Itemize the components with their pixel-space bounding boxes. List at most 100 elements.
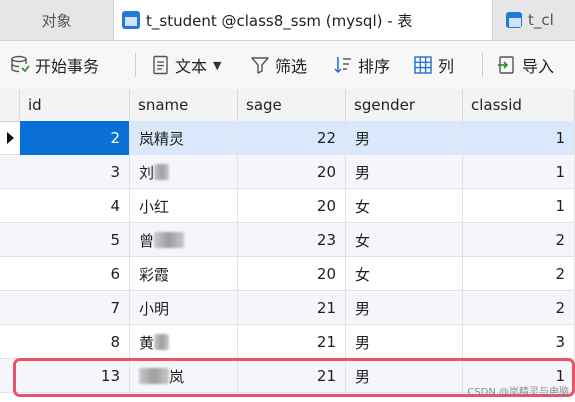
- redacted-text: [154, 164, 170, 180]
- column-header-classid[interactable]: classid: [463, 89, 575, 121]
- table-row[interactable]: 4 小红 20 女 1: [0, 189, 575, 223]
- chevron-down-icon: ▼: [213, 58, 222, 72]
- cell-sage[interactable]: 21: [238, 359, 346, 393]
- tab-t-student[interactable]: t_student @class8_ssm (mysql) - 表: [113, 0, 493, 40]
- row-indicator: [0, 121, 20, 155]
- table-icon: [506, 12, 522, 28]
- column-header-sage[interactable]: sage: [238, 89, 346, 121]
- column-header-sgender[interactable]: sgender: [346, 89, 463, 121]
- cell-sgender[interactable]: 男: [346, 121, 463, 155]
- toolbar-divider: [135, 53, 136, 77]
- cell-sname-text: 黄: [139, 333, 155, 352]
- table-row[interactable]: 6 彩霞 20 女 2: [0, 257, 575, 291]
- sort-icon: [334, 57, 351, 74]
- cell-id[interactable]: 7: [20, 291, 130, 325]
- cell-sname[interactable]: 小明: [130, 291, 238, 325]
- cell-id[interactable]: 8: [20, 325, 130, 359]
- filter-button-label: 筛选: [275, 57, 308, 76]
- cell-id[interactable]: 6: [20, 257, 130, 291]
- tab-objects[interactable]: 对象: [0, 0, 113, 40]
- columns-button[interactable]: 列: [413, 41, 454, 89]
- cell-sgender[interactable]: 男: [346, 359, 463, 393]
- tab-t-class[interactable]: t_cl: [494, 0, 575, 40]
- sort-button[interactable]: 排序: [333, 41, 390, 89]
- cell-sage[interactable]: 21: [238, 291, 346, 325]
- tab-bar: 对象 t_student @class8_ssm (mysql) - 表 t_c…: [0, 0, 575, 41]
- document-icon: [153, 55, 168, 75]
- cell-id[interactable]: 3: [20, 155, 130, 189]
- tab-objects-label: 对象: [41, 11, 72, 30]
- watermark: CSDN @岚精灵与电脑: [467, 387, 569, 398]
- cell-sage[interactable]: 20: [238, 155, 346, 189]
- cell-classid[interactable]: 1: [463, 121, 575, 155]
- cell-sname-text: 岚: [169, 367, 185, 386]
- cell-classid[interactable]: 2: [463, 223, 575, 257]
- columns-grid-icon: [414, 56, 432, 74]
- column-header-sage-label: sage: [246, 96, 282, 114]
- cell-sname[interactable]: 曾: [130, 223, 238, 257]
- table-row[interactable]: 5 曾 23 女 2: [0, 223, 575, 257]
- cell-sage[interactable]: 20: [238, 257, 346, 291]
- table-icon: [122, 11, 140, 29]
- cell-sgender[interactable]: 男: [346, 291, 463, 325]
- toolbar: 开始事务 文本 ▼ 筛选 排序 列 导入: [0, 41, 575, 90]
- cell-sname[interactable]: 刘: [130, 155, 238, 189]
- table-row[interactable]: 8 黄 21 男 3: [0, 325, 575, 359]
- current-row-arrow-icon: [6, 132, 14, 144]
- column-header-id-label: id: [28, 96, 42, 114]
- table-row[interactable]: 7 小明 21 男 2: [0, 291, 575, 325]
- cell-sname[interactable]: 岚精灵: [130, 121, 238, 155]
- cell-sage[interactable]: 22: [238, 121, 346, 155]
- cell-sgender[interactable]: 男: [346, 325, 463, 359]
- text-button-label: 文本: [175, 57, 208, 76]
- table-row[interactable]: 2 岚精灵 22 男 1: [0, 121, 575, 155]
- column-header-sname[interactable]: sname: [130, 89, 238, 121]
- cell-sage[interactable]: 20: [238, 189, 346, 223]
- cell-sname-text: 刘: [139, 163, 155, 182]
- cell-sgender[interactable]: 男: [346, 155, 463, 189]
- cell-classid[interactable]: 1: [463, 189, 575, 223]
- column-header-sname-label: sname: [138, 96, 189, 114]
- cell-sgender[interactable]: 女: [346, 189, 463, 223]
- cell-classid[interactable]: 3: [463, 325, 575, 359]
- cell-sname[interactable]: 岚: [130, 359, 238, 393]
- header-gutter: [0, 89, 20, 121]
- grid-header: id sname sage sgender classid: [0, 89, 575, 122]
- data-grid[interactable]: id sname sage sgender classid 2 岚精灵 22 男…: [0, 89, 575, 402]
- begin-transaction-label: 开始事务: [35, 57, 100, 76]
- redacted-text: [154, 232, 185, 248]
- cell-sage[interactable]: 23: [238, 223, 346, 257]
- import-button[interactable]: 导入: [497, 41, 554, 89]
- redacted-text: [139, 368, 169, 384]
- cell-sgender[interactable]: 女: [346, 223, 463, 257]
- cell-id[interactable]: 4: [20, 189, 130, 223]
- redacted-text: [154, 334, 170, 350]
- database-icon: [11, 55, 30, 73]
- cell-sname[interactable]: 小红: [130, 189, 238, 223]
- import-icon: [498, 56, 514, 74]
- filter-button[interactable]: 筛选: [250, 41, 307, 89]
- cell-sage[interactable]: 21: [238, 325, 346, 359]
- cell-classid[interactable]: 2: [463, 257, 575, 291]
- cell-sgender[interactable]: 女: [346, 257, 463, 291]
- column-header-id[interactable]: id: [20, 89, 130, 121]
- cell-classid[interactable]: 1: [463, 155, 575, 189]
- filter-icon: [251, 57, 269, 74]
- cell-id[interactable]: 2: [20, 121, 130, 155]
- column-header-classid-label: classid: [471, 96, 522, 114]
- table-row[interactable]: 3 刘 20 男 1: [0, 155, 575, 189]
- tab-t-student-label: t_student @class8_ssm (mysql) - 表: [146, 11, 413, 30]
- sort-button-label: 排序: [358, 57, 391, 76]
- cell-sname-text: 曾: [139, 231, 155, 250]
- begin-transaction-button[interactable]: 开始事务: [10, 41, 99, 89]
- toolbar-divider: [482, 53, 483, 77]
- cell-sname[interactable]: 彩霞: [130, 257, 238, 291]
- cell-sname[interactable]: 黄: [130, 325, 238, 359]
- cell-classid[interactable]: 2: [463, 291, 575, 325]
- text-button[interactable]: 文本 ▼: [152, 41, 221, 89]
- import-button-label: 导入: [522, 57, 555, 76]
- cell-id[interactable]: 5: [20, 223, 130, 257]
- columns-button-label: 列: [438, 57, 455, 76]
- column-header-sgender-label: sgender: [354, 96, 415, 114]
- cell-id[interactable]: 13: [20, 359, 130, 393]
